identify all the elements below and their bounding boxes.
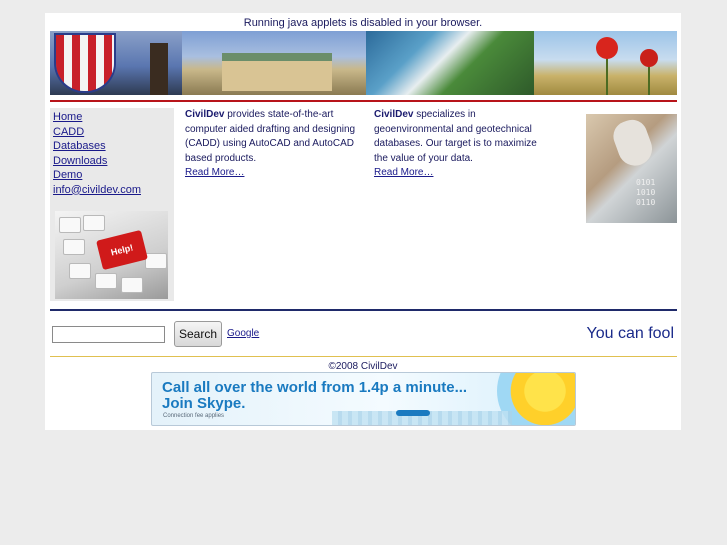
brand-name: CivilDev — [185, 109, 225, 120]
coat-of-arms-icon — [56, 35, 114, 91]
nav-link-downloads[interactable]: Downloads — [53, 155, 107, 167]
poppy-icon — [596, 37, 618, 59]
nav-link-demo[interactable]: Demo — [53, 169, 82, 181]
databases-intro: CivilDev specializes in geoenvironmental… — [374, 108, 550, 181]
header-banner — [50, 31, 677, 95]
scrolling-ticker: You can fool — [586, 325, 674, 342]
cadd-read-more-link[interactable]: Read More… — [185, 167, 244, 178]
brand-name: CivilDev — [374, 109, 414, 120]
search-input[interactable] — [52, 326, 165, 343]
airplane-icon — [396, 410, 430, 416]
sidebar-nav: Home CADD Databases Downloads Demo info@… — [50, 108, 174, 197]
help-key-icon: Help! — [96, 229, 148, 271]
footer-divider — [50, 356, 677, 357]
poppy-stem — [606, 57, 608, 95]
keyboard-key — [95, 273, 117, 289]
banner-poppies — [534, 31, 677, 95]
keyboard-key — [59, 217, 81, 233]
content-divider — [50, 309, 677, 311]
keyboard-key — [83, 215, 105, 231]
applet-disabled-message: Running java applets is disabled in your… — [243, 17, 483, 29]
poppy-stem — [648, 65, 650, 95]
google-link[interactable]: Google — [227, 328, 259, 339]
search-button[interactable]: Search — [174, 321, 222, 347]
mouse-icon — [609, 115, 657, 171]
ad-headline: Call all over the world from 1.4p a minu… — [162, 379, 468, 396]
keyboard-key — [121, 277, 143, 293]
poppy-icon — [640, 49, 658, 67]
binary-digits: 0101 1010 0110 — [636, 178, 656, 207]
nav-link-email[interactable]: info@civildev.com — [53, 184, 141, 196]
building-icon — [222, 53, 332, 91]
sidebar: Home CADD Databases Downloads Demo info@… — [50, 108, 174, 301]
cadd-intro: CivilDev provides state-of-the-art compu… — [185, 108, 361, 181]
header-divider — [50, 100, 677, 102]
banner-building — [182, 31, 366, 95]
nav-link-cadd[interactable]: CADD — [53, 126, 84, 138]
page-container: Running java applets is disabled in your… — [45, 13, 681, 430]
keyboard-key — [63, 239, 85, 255]
keyboard-key — [69, 263, 91, 279]
copyright: ©2008 CivilDev — [328, 361, 398, 372]
ad-fine-print: Connection fee applies — [163, 413, 225, 419]
banner-coat-of-arms — [50, 31, 182, 95]
banner-coastline — [366, 31, 534, 95]
skype-ad-banner[interactable]: Call all over the world from 1.4p a minu… — [151, 372, 576, 426]
statue-icon — [150, 43, 168, 95]
computer-mouse-image: 0101 1010 0110 — [586, 114, 677, 223]
ad-cta: Join Skype. — [162, 395, 246, 412]
databases-read-more-link[interactable]: Read More… — [374, 167, 433, 178]
keyboard-key — [145, 253, 167, 269]
help-keyboard-image: Help! — [55, 211, 168, 299]
nav-link-databases[interactable]: Databases — [53, 140, 106, 152]
nav-link-home[interactable]: Home — [53, 111, 82, 123]
